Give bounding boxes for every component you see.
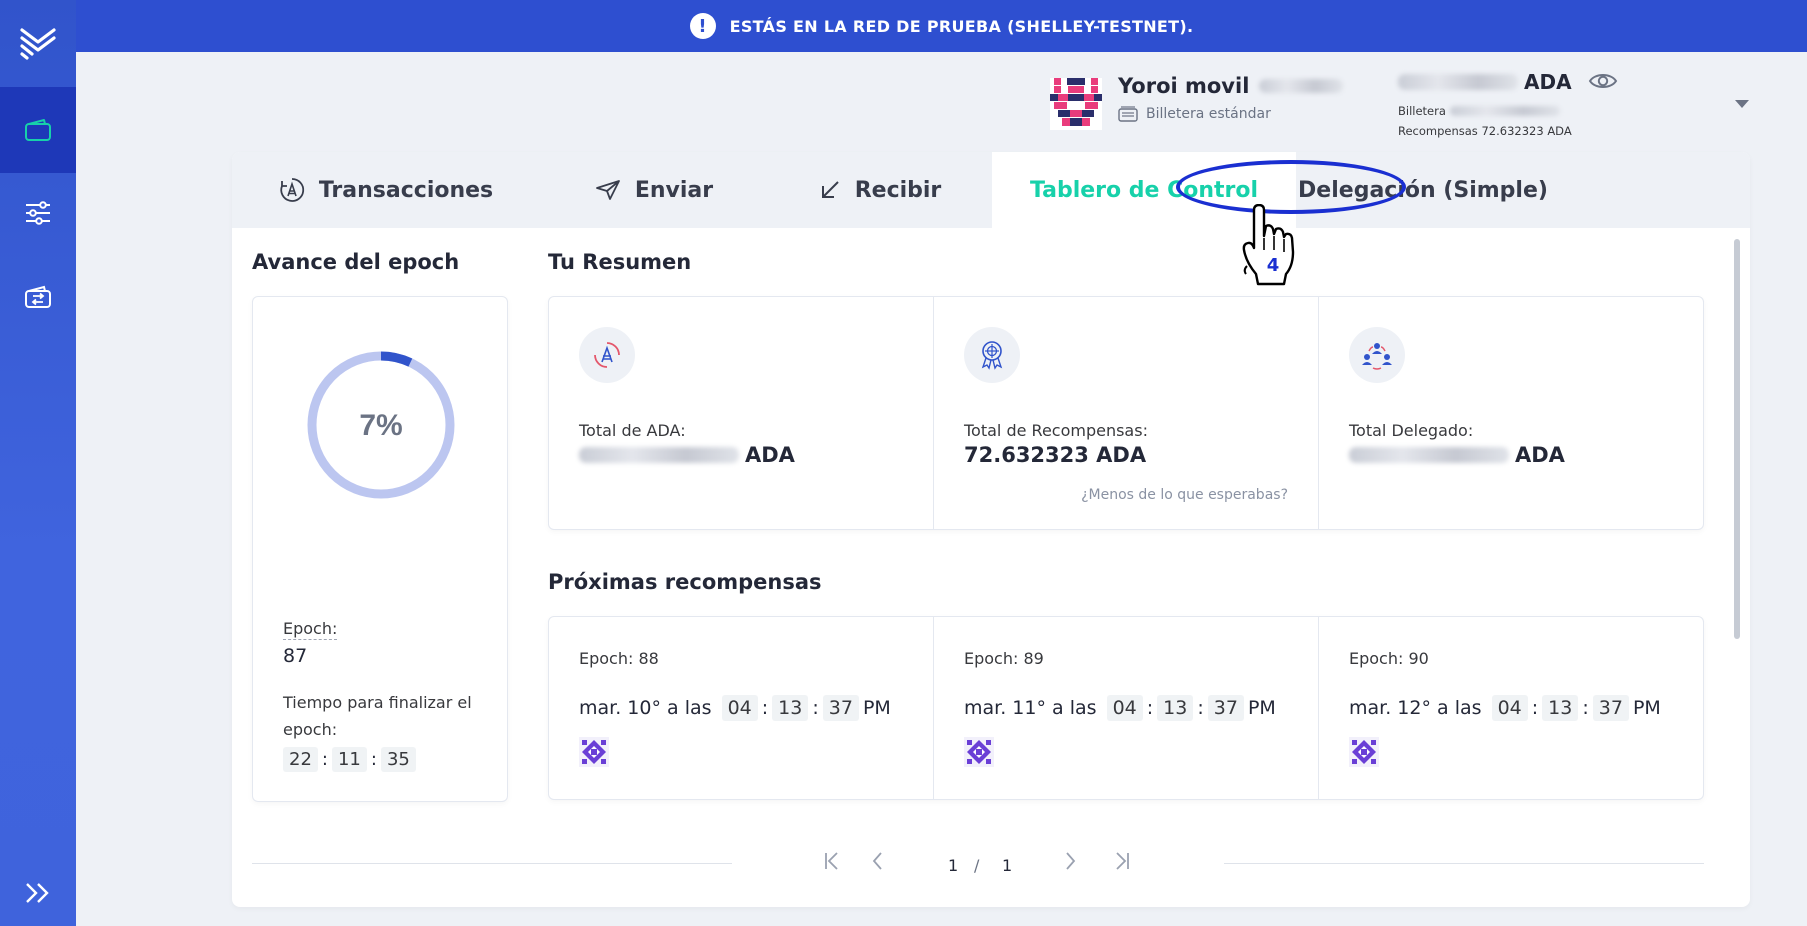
current-page: 1 <box>948 856 959 875</box>
previous-page-button[interactable] <box>870 850 886 876</box>
delegation-people-icon <box>1349 327 1405 383</box>
upcoming-reward-item: Epoch: 88 mar. 10° a las 04:13:37 PM <box>549 617 934 799</box>
wallet-checksum-blurred <box>1259 79 1344 93</box>
sidebar-item-settings[interactable] <box>0 170 76 256</box>
pagination: 1 / 1 <box>232 842 1750 882</box>
balance-blurred <box>1398 74 1518 90</box>
main-panel: Transacciones Enviar Recibir Tablero de … <box>232 152 1750 907</box>
wallet-dropdown-chevron-down-icon[interactable] <box>1735 100 1749 108</box>
first-page-icon <box>825 852 838 870</box>
double-chevron-right-icon <box>26 883 49 903</box>
tab-receive-label: Recibir <box>854 177 942 203</box>
receive-arrow-icon <box>821 181 839 198</box>
yoroi-logo-icon[interactable] <box>0 0 76 87</box>
upcoming-reward-item: Epoch: 90 mar. 12° a las 04:13:37 PM <box>1319 617 1705 799</box>
total-ada-unit: ADA <box>745 443 795 467</box>
alert-icon: ! <box>689 13 716 39</box>
time-minutes: 11 <box>331 747 367 772</box>
time-to-end-value: 22: 11: 35 <box>279 747 420 772</box>
balance-label: Billetera <box>1398 104 1446 118</box>
tab-transactions-label: Transacciones <box>318 177 494 203</box>
settings-sliders-icon <box>26 201 50 225</box>
tab-send[interactable]: Enviar <box>540 152 768 228</box>
balance-unit: ADA <box>1524 70 1572 94</box>
sidebar-item-transfer[interactable] <box>0 254 76 340</box>
page-separator: / <box>974 856 980 875</box>
expand-sidebar-button[interactable] <box>0 850 76 926</box>
epoch-progress-gauge: 7% <box>305 349 457 505</box>
last-page-button[interactable] <box>1112 850 1132 876</box>
chevron-left-icon <box>872 852 882 870</box>
banner-text: ESTÁS EN LA RED DE PRUEBA (SHELLEY-TESTN… <box>729 16 1194 36</box>
sidebar <box>0 0 76 926</box>
first-page-button[interactable] <box>822 850 842 876</box>
wallet-type-icon <box>1118 106 1138 122</box>
summary-card: Total de ADA: ADA Total de Recompensas: … <box>548 296 1704 530</box>
upcoming-reward-item: Epoch: 89 mar. 11° a las 04:13:37 PM <box>934 617 1319 799</box>
total-delegated-unit: ADA <box>1515 443 1565 467</box>
rewards-value: 72.632323 ADA <box>1481 124 1572 138</box>
upcoming-epoch-label: Epoch: 90 <box>1349 649 1429 668</box>
stake-pool-icon[interactable] <box>579 737 609 767</box>
ada-transactions-icon <box>280 178 304 202</box>
time-hours: 22 <box>283 747 318 772</box>
upcoming-epoch-label: Epoch: 88 <box>579 649 659 668</box>
upcoming-rewards-title: Próximas recompensas <box>548 570 822 594</box>
total-ada-label: Total de ADA: <box>579 421 686 440</box>
upcoming-rewards-card: Epoch: 88 mar. 10° a las 04:13:37 PM Epoc… <box>548 616 1704 800</box>
wallet-icon <box>25 119 51 141</box>
total-rewards-value: 72.632323 ADA <box>964 443 1147 467</box>
time-to-end-label: Tiempo para finalizar el epoch: <box>283 693 472 739</box>
time-seconds: 35 <box>380 747 416 772</box>
toggle-balance-visibility-button[interactable] <box>1588 70 1618 96</box>
summary-total-rewards: Total de Recompensas: 72.632323 ADA ¿Men… <box>934 297 1319 529</box>
chevron-right-icon <box>1066 852 1076 870</box>
rewards-label: Recompensas <box>1398 124 1478 138</box>
transfer-wallet-icon <box>25 285 51 308</box>
total-delegated-label: Total Delegado: <box>1349 421 1474 440</box>
epoch-percent-label: 7% <box>359 409 402 442</box>
pointing-hand-cursor-icon: 4 <box>1240 203 1304 292</box>
summary-title: Tu Resumen <box>548 250 692 274</box>
total-rewards-label: Total de Recompensas: <box>964 421 1148 440</box>
summary-total-ada: Total de ADA: ADA <box>549 297 934 529</box>
sidebar-item-wallet[interactable] <box>0 87 76 173</box>
wallet-tabs: Transacciones Enviar Recibir Tablero de … <box>232 152 1750 228</box>
last-page-icon <box>1116 852 1129 870</box>
tab-send-label: Enviar <box>634 177 714 203</box>
rewards-less-than-expected-link[interactable]: ¿Menos de lo que esperabas? <box>1081 487 1288 503</box>
stake-pool-icon[interactable] <box>1349 737 1379 767</box>
wallet-info[interactable]: Yoroi movil Billetera estándar <box>1050 74 1344 130</box>
epoch-value: 87 <box>283 645 308 667</box>
send-icon <box>595 180 620 200</box>
content-scrollbar[interactable] <box>1734 239 1740 639</box>
eye-icon <box>1588 74 1618 88</box>
ada-cycle-icon <box>579 327 635 383</box>
annotation-step-number: 4 <box>1267 255 1280 276</box>
epoch-label: Epoch: <box>283 619 338 640</box>
epoch-progress-card: 7% Epoch: 87 Tiempo para finalizar el ep… <box>252 296 508 802</box>
stake-pool-icon[interactable] <box>964 737 994 767</box>
rewards-medal-icon <box>964 327 1020 383</box>
wallet-avatar-icon <box>1050 78 1102 130</box>
total-pages: 1 <box>1002 856 1013 875</box>
tab-transactions[interactable]: Transacciones <box>232 152 540 228</box>
wallet-type: Billetera estándar <box>1146 106 1271 122</box>
epoch-progress-title: Avance del epoch <box>252 250 460 274</box>
tab-receive[interactable]: Recibir <box>768 152 992 228</box>
wallet-balance: ADA Billetera Recompensas 72.632323 ADA <box>1398 70 1572 138</box>
next-page-button[interactable] <box>1062 850 1078 876</box>
summary-total-delegated: Total Delegado: ADA <box>1319 297 1705 529</box>
upcoming-epoch-label: Epoch: 89 <box>964 649 1044 668</box>
wallet-name: Yoroi movil <box>1118 74 1250 98</box>
testnet-banner: ! ESTÁS EN LA RED DE PRUEBA (SHELLEY-TES… <box>76 0 1807 52</box>
